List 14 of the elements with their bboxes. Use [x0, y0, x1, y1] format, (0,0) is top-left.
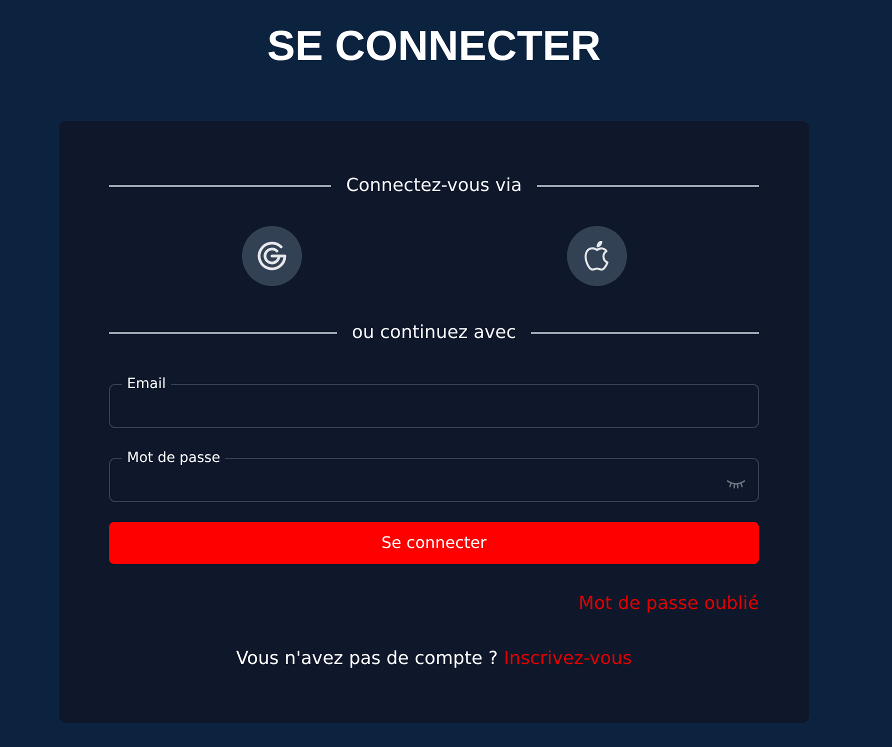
divider-label: ou continuez avec — [352, 321, 516, 345]
email-label: Email — [126, 376, 167, 393]
closed-eye-icon[interactable] — [726, 479, 746, 489]
page-title: SE CONNECTER — [266, 21, 602, 71]
signup-prompt: Vous n'avez pas de compte ? — [236, 647, 498, 671]
divider-label: Connectez-vous via — [346, 174, 522, 198]
signup-link[interactable]: Inscrivez-vous — [504, 646, 632, 672]
letter-g-icon — [256, 241, 286, 271]
apple-icon — [584, 241, 610, 271]
email-field[interactable]: Email — [109, 376, 759, 428]
password-label: Mot de passe — [126, 450, 222, 467]
forgot-password-link[interactable]: Mot de passe oublié — [578, 591, 759, 617]
password-field[interactable]: Mot de passe — [109, 450, 759, 502]
login-button[interactable]: Se connecter — [109, 522, 759, 564]
